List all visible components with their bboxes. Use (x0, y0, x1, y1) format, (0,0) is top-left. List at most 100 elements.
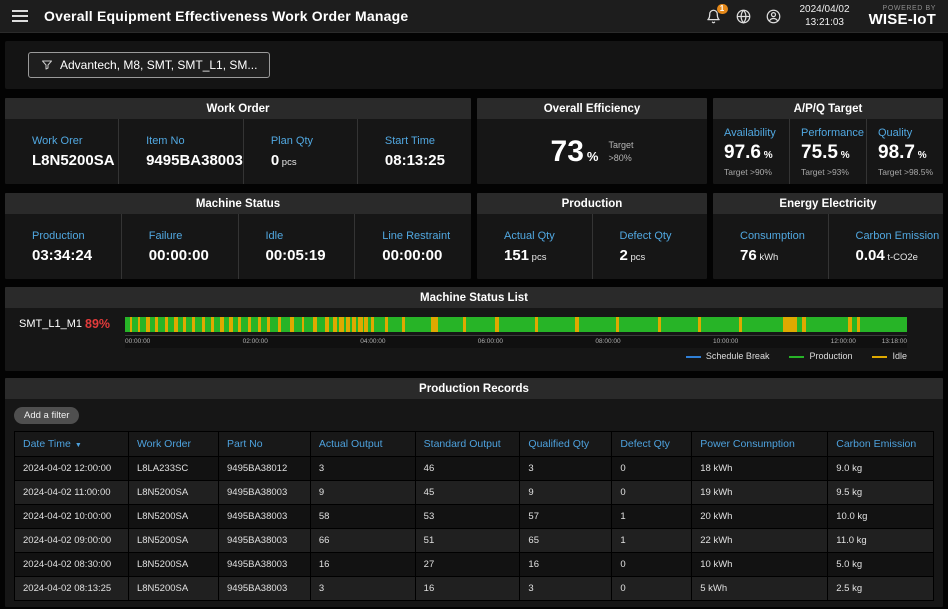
column-header[interactable]: Work Order (128, 432, 218, 457)
metric-value: L8N5200SA (32, 152, 118, 169)
table-row[interactable]: 2024-04-02 11:00:00L8N5200SA9495BA380039… (15, 481, 934, 505)
metric-cell: Consumption 76 kWh (713, 214, 829, 279)
metric-label: Consumption (740, 230, 828, 242)
metric-value: 00:00:00 (149, 247, 238, 264)
overall-efficiency-value: 73 (551, 135, 584, 168)
metric-cell: Line Restraint00:00:00 (355, 214, 471, 279)
column-header[interactable]: Qualified Qty (520, 432, 612, 457)
apq-target-body: Availability97.6 %Target >90%Performance… (713, 119, 943, 184)
timeline-legend: Schedule BreakProductionIdle (19, 351, 907, 361)
apq-target-text: Target >98.5% (878, 167, 943, 177)
notifications-button[interactable]: 1 (706, 9, 721, 24)
table-cell: 45 (415, 481, 520, 505)
idle-segment (138, 317, 141, 332)
idle-segment (258, 317, 262, 332)
apq-target-card: A/P/Q Target Availability97.6 %Target >9… (713, 98, 943, 184)
brand-name: WISE-IoT (869, 12, 936, 28)
idle-segment (698, 317, 701, 332)
table-cell: 20 kWh (692, 505, 828, 529)
production-card: Production Actual Qty151 pcsDefect Qty2 … (477, 193, 707, 279)
table-cell: 2024-04-02 09:00:00 (15, 529, 129, 553)
metric-unit: kWh (757, 252, 779, 263)
table-row[interactable]: 2024-04-02 12:00:00L8LA233SC9495BA380123… (15, 457, 934, 481)
production-records-title: Production Records (5, 378, 943, 399)
metric-cell: Work OrerL8N5200SA (5, 119, 119, 184)
table-cell: 2024-04-02 10:00:00 (15, 505, 129, 529)
table-row[interactable]: 2024-04-02 08:13:25L8N5200SA9495BA380033… (15, 577, 934, 601)
table-cell: 51 (415, 529, 520, 553)
legend-label: Schedule Break (706, 351, 770, 361)
metric-value: 0 pcs (271, 152, 357, 169)
apq-target-text: Target >93% (801, 167, 866, 177)
table-header-row: Date Time▼Work OrderPart NoActual Output… (15, 432, 934, 457)
table-cell: 3 (310, 457, 415, 481)
idle-segment (211, 317, 214, 332)
metric-unit: pcs (529, 252, 546, 263)
table-row[interactable]: 2024-04-02 10:00:00L8N5200SA9495BA380035… (15, 505, 934, 529)
metric-label: Item No (146, 135, 243, 147)
add-filter-button[interactable]: Add a filter (14, 407, 79, 424)
filter-chip[interactable]: Advantech, M8, SMT, SMT_L1, SM... (28, 52, 270, 78)
idle-segment (857, 317, 860, 332)
table-cell: L8N5200SA (128, 577, 218, 601)
table-cell: 0 (612, 457, 692, 481)
datetime: 2024/04/02 13:21:03 (800, 3, 850, 29)
column-header[interactable]: Part No (219, 432, 311, 457)
table-row[interactable]: 2024-04-02 08:30:00L8N5200SA9495BA380031… (15, 553, 934, 577)
column-header[interactable]: Defect Qty (612, 432, 692, 457)
legend-item: Schedule Break (686, 351, 770, 361)
column-header[interactable]: Actual Output (310, 432, 415, 457)
apq-target-text: Target >90% (724, 167, 789, 177)
axis-tick: 08:00:00 (595, 338, 620, 345)
idle-segment (385, 317, 388, 332)
account-button[interactable] (766, 9, 781, 24)
idle-segment (371, 317, 374, 332)
metric-label: Carbon Emission (856, 230, 944, 242)
apq-target-title: A/P/Q Target (713, 98, 943, 119)
table-cell: 9.5 kg (828, 481, 934, 505)
machine-status-body: Production03:34:24Failure00:00:00Idle00:… (5, 214, 471, 279)
metric-value: 0.04 t-CO2e (856, 247, 944, 264)
apq-label: Performance (801, 127, 866, 139)
metric-value: 151 pcs (504, 247, 592, 264)
machine-status-card: Machine Status Production03:34:24Failure… (5, 193, 471, 279)
table-cell: 9495BA38003 (219, 529, 311, 553)
metric-value: 76 kWh (740, 247, 828, 264)
idle-segment (174, 317, 178, 332)
machine-name: SMT_L1_M1 (19, 318, 85, 330)
table-cell: 0 (612, 481, 692, 505)
idle-segment (463, 317, 466, 332)
idle-segment (278, 317, 281, 332)
table-cell: 3 (310, 577, 415, 601)
apq-metric: Performance75.5 %Target >93% (790, 119, 867, 184)
idle-segment (130, 317, 133, 332)
metric-unit: pcs (279, 157, 296, 168)
overall-efficiency-card: Overall Efficiency 73% Target >80% (477, 98, 707, 184)
legend-swatch (872, 356, 887, 358)
column-header[interactable]: Date Time▼ (15, 432, 129, 457)
idle-segment (220, 317, 223, 332)
production-body: Actual Qty151 pcsDefect Qty2 pcs (477, 214, 707, 279)
language-button[interactable] (736, 9, 751, 24)
table-body: 2024-04-02 12:00:00L8LA233SC9495BA380123… (15, 457, 934, 601)
table-cell: 18 kWh (692, 457, 828, 481)
account-icon (766, 9, 781, 24)
energy-title: Energy Electricity (713, 193, 943, 214)
production-records-table: Date Time▼Work OrderPart NoActual Output… (14, 431, 934, 601)
column-header[interactable]: Standard Output (415, 432, 520, 457)
idle-segment (267, 317, 270, 332)
table-cell: L8N5200SA (128, 553, 218, 577)
timeline-axis: 00:00:0002:00:0004:00:0006:00:0008:00:00… (125, 335, 907, 348)
table-row[interactable]: 2024-04-02 09:00:00L8N5200SA9495BA380036… (15, 529, 934, 553)
menu-icon[interactable] (12, 9, 28, 23)
metric-cell: Carbon Emission 0.04 t-CO2e (829, 214, 944, 279)
work-order-body: Work OrerL8N5200SAItem No9495BA38003Plan… (5, 119, 471, 184)
column-header[interactable]: Power Consumption (692, 432, 828, 457)
table-cell: 19 kWh (692, 481, 828, 505)
axis-tick: 06:00:00 (478, 338, 503, 345)
idle-segment (202, 317, 206, 332)
apq-label: Availability (724, 127, 789, 139)
idle-segment (495, 317, 499, 332)
machine-status-timeline[interactable] (125, 317, 907, 332)
column-header[interactable]: Carbon Emission (828, 432, 934, 457)
